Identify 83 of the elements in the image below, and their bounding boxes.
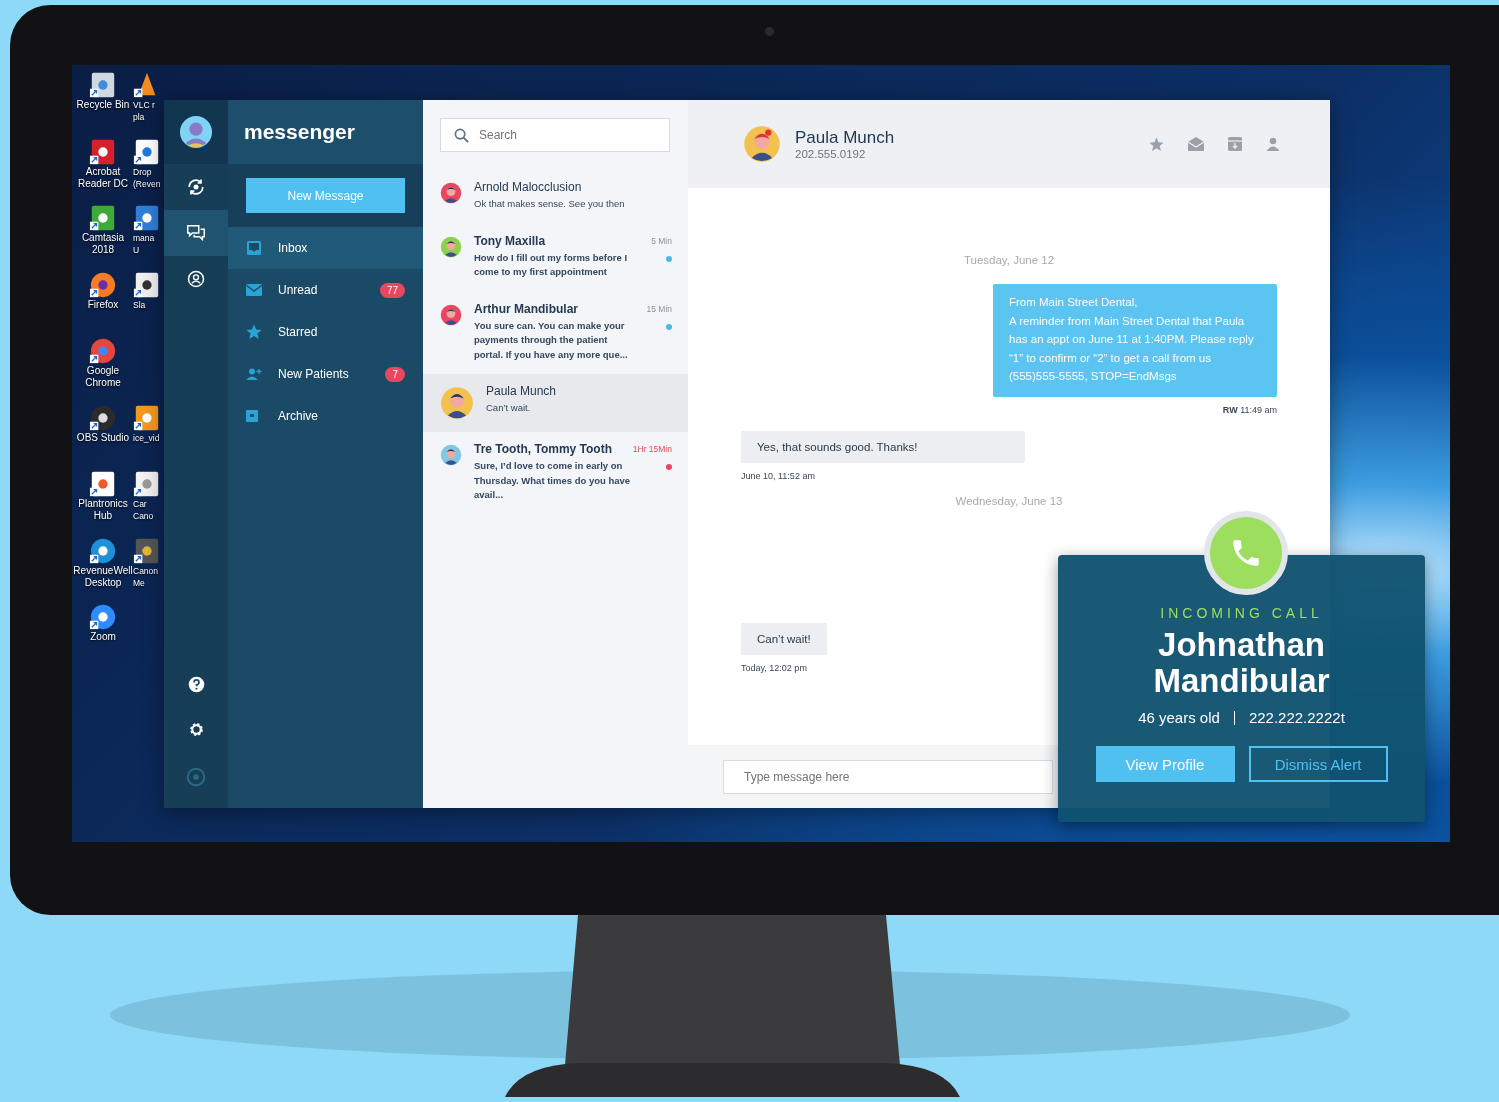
star-icon[interactable] [1149,136,1164,152]
desktop-icon-label: Recycle Bin [76,99,130,111]
avatar-icon[interactable] [179,115,213,149]
archive-icon [246,410,258,422]
settings-icon[interactable] [187,721,205,738]
dismiss-button[interactable]: Dismiss Alert [1248,746,1388,782]
contact-name: Tre Tooth, Tommy Tooth [474,442,612,456]
chat-icon [185,222,207,244]
incoming-message: Can’t wait! [741,623,827,655]
outgoing-message: From Main Street Dental, A reminder from Main Street Dental that Paula has an appt on June 11 at 1:40PM. Please reply “1” to confirm or “2” to get a call from us (555)555-5555, STOP=EndMsgs [993,284,1277,397]
message-meta: Today, 12:02 pm [741,663,808,673]
logo-icon [185,766,207,788]
message-field[interactable]: Type message here [723,759,1053,794]
nav-item[interactable]: Unread 77 [228,269,423,311]
count-badge: 77 [379,282,405,298]
message-time: 5 Min [651,234,672,248]
app-icon[interactable] [133,270,161,299]
desktop-icon-label: Canon Me [133,564,159,589]
desktop-icon-label: Camtasia 2018 [81,232,125,256]
nav-item[interactable]: New Patients 7 [228,353,423,395]
app-icon[interactable] [133,204,161,232]
message-preview: How do I fill out my forms before I come to my first appointment [474,250,629,279]
desktop-icon-label: Sla [133,298,146,311]
contact-phone: 202.555.0192 [795,148,867,160]
desktop-icon-label: Acrobat Reader DC [78,165,128,190]
desktop-icon-label: OBS Studio [76,431,130,444]
desktop-icon-label: ice_vid [133,431,160,444]
envelope-icon [246,284,262,296]
caller-name: Johnathan Mandibular [1152,627,1331,699]
desktop-icon-label: mana U [133,232,155,256]
desktop-icon-label: Firefox [87,298,119,311]
message-time: 15 Min [646,302,672,316]
message-meta: RW 11:49 am [1222,404,1277,415]
contact-name: Arnold Malocclusion [474,180,582,194]
nav-item[interactable]: Starred [228,311,423,353]
caller-phone: 222.222.2222t [1248,709,1345,726]
app-logo-text: messenger [228,100,423,164]
app-icon[interactable] [89,470,117,498]
contact-name: Tony Maxilla [474,233,546,248]
avatar-icon [743,125,781,163]
count-badge: 7 [385,366,405,382]
app-icon[interactable] [89,204,117,232]
app-icon[interactable] [133,137,161,166]
contact-name: Arthur Mandibular [474,301,578,316]
conversation-item[interactable]: Paula Munch Can’t wait. [423,374,688,432]
add-person-icon [246,368,262,380]
desktop-icon-label: Google Chrome [85,365,121,389]
message-preview: Sure, I’d love to come in early on Thursday. What times do you have avail... [474,459,632,502]
conversation-item[interactable]: Tony Maxilla 5 Min How do I fill out my forms before I come to my first appointment [423,223,688,292]
desktop-icon-label: VLC r pla [133,99,155,123]
call-label: INCOMING CALL [1160,605,1323,621]
desktop-icon-label: Drop (Reven [133,165,161,190]
message-preview: You sure can. You can make your payments through the patient portal. If you have any more que... [474,318,629,362]
conversation-item[interactable]: Arthur Mandibular 15 Min You sure can. You can make your payments through the patient portal. If you have any more que... [423,291,688,374]
nav-item[interactable]: Inbox [228,227,423,269]
conversation-item[interactable]: Tre Tooth, Tommy Tooth 1Hr 15Min Sure, I’d love to come in early on Thursday. What times do you have avail... [423,432,688,515]
incoming-message: Yes, that sounds good. Thanks! [741,430,1025,463]
date-divider: Wednesday, June 13 [954,494,1064,507]
search-field[interactable]: Search [440,118,670,152]
app-icon[interactable] [133,536,161,565]
desktop-icon-label: RevenueWell Desktop [73,564,133,589]
rail-tab[interactable] [164,210,228,256]
contact-icon [186,269,206,289]
record-icon[interactable] [89,403,117,432]
contact-name: Paula Munch [486,384,557,398]
desktop-icon-label: Car Cano [133,498,154,522]
caller-age: 46 years old [1138,709,1220,726]
date-divider: Tuesday, June 12 [962,254,1056,266]
app-icon[interactable] [133,470,161,498]
app-icon[interactable] [133,403,161,432]
nav-item[interactable]: Archive [228,395,423,437]
star-icon [246,324,262,340]
contact-name: Paula Munch [795,128,895,148]
conversation-item[interactable]: Arnold Malocclusion Ok that makes sense. See you then [423,170,688,224]
search-icon [454,128,469,143]
message-preview: Ok that makes sense. See you then [474,197,625,211]
message-time: 1Hr 15Min [632,443,672,456]
help-icon[interactable] [187,676,205,693]
inbox-icon [246,240,262,256]
desktop-icon-label: Zoom [90,631,116,643]
message-meta: June 10, 11:52 am [741,470,816,481]
desktop-icon-label: Plantronics Hub [78,498,128,522]
message-preview: Can’t wait. [486,401,531,415]
